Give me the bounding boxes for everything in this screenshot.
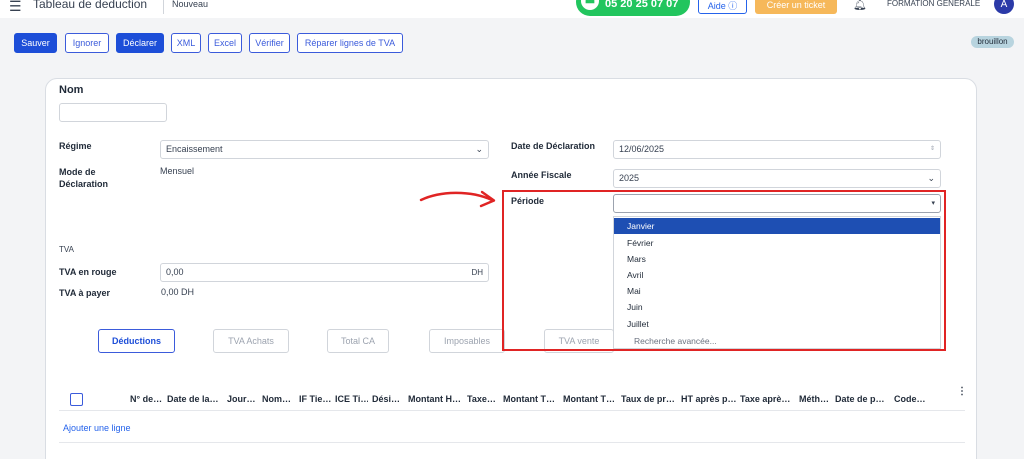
column-header[interactable]: Taxe… bbox=[467, 394, 499, 404]
title-divider bbox=[163, 0, 164, 14]
select-all-checkbox[interactable] bbox=[70, 393, 83, 406]
help-button[interactable]: Aide ⓘ bbox=[698, 0, 747, 14]
date-value: 12/06/2025 bbox=[619, 144, 665, 154]
mode-label: Mode de Déclaration bbox=[59, 167, 109, 189]
column-header[interactable]: Montant H… bbox=[408, 394, 464, 404]
breadcrumb: Nouveau bbox=[172, 0, 209, 9]
tab-deductions[interactable]: Déductions bbox=[98, 329, 175, 353]
column-header[interactable]: Taxe aprè… bbox=[740, 394, 795, 404]
column-header[interactable]: Jour… bbox=[227, 394, 257, 404]
column-header[interactable]: Dési… bbox=[372, 394, 403, 404]
add-line-link[interactable]: Ajouter une ligne bbox=[63, 423, 131, 433]
spinner-icon: ⇕ bbox=[929, 146, 935, 152]
column-header[interactable]: Méth… bbox=[799, 394, 831, 404]
bell-icon[interactable]: 🔔︎ bbox=[853, 0, 867, 11]
nom-label: Nom bbox=[59, 84, 84, 96]
column-header[interactable]: N° de… bbox=[130, 394, 164, 404]
annee-label: Année Fiscale bbox=[511, 170, 572, 180]
verify-button[interactable]: Vérifier bbox=[249, 33, 290, 53]
tva-rouge-value: 0,00 bbox=[166, 267, 184, 277]
tva-rouge-label: TVA en rouge bbox=[59, 267, 117, 277]
table-divider bbox=[59, 442, 965, 443]
repair-vat-lines-button[interactable]: Réparer lignes de TVA bbox=[297, 33, 403, 53]
date-input[interactable]: 12/06/2025 ⇕ bbox=[613, 140, 941, 159]
regime-label: Régime bbox=[59, 141, 92, 151]
chevron-down-icon: ⌄ bbox=[475, 144, 483, 154]
annotation-arrow bbox=[419, 190, 496, 208]
phone-support-button[interactable]: ☎ 05 20 25 07 07 bbox=[576, 0, 690, 16]
status-badge: brouillon bbox=[971, 36, 1014, 48]
highlight-box bbox=[502, 190, 946, 351]
date-label: Date de Déclaration bbox=[511, 141, 596, 151]
menu-icon[interactable]: ☰ bbox=[9, 0, 22, 13]
nom-input[interactable] bbox=[59, 103, 167, 122]
tab-tva-achats[interactable]: TVA Achats bbox=[213, 329, 289, 353]
company-name[interactable]: FORMATION GENERALE bbox=[887, 0, 980, 8]
phone-number: 05 20 25 07 07 bbox=[605, 0, 679, 10]
column-header[interactable]: Code… bbox=[894, 394, 934, 404]
xml-button[interactable]: XML bbox=[171, 33, 201, 53]
tva-section-label: TVA bbox=[59, 245, 74, 254]
column-header[interactable]: Taux de pr… bbox=[621, 394, 676, 404]
tva-payer-label: TVA à payer bbox=[59, 288, 111, 298]
save-button[interactable]: Sauver bbox=[14, 33, 57, 53]
page-title: Tableau de deduction bbox=[33, 0, 148, 11]
excel-button[interactable]: Excel bbox=[208, 33, 242, 53]
column-header[interactable]: Nom… bbox=[262, 394, 295, 404]
currency-suffix: DH bbox=[471, 268, 483, 277]
tva-payer-value: 0,00 DH bbox=[161, 287, 195, 297]
column-header[interactable]: IF Tie… bbox=[299, 394, 331, 404]
column-header[interactable]: Montant T… bbox=[563, 394, 618, 404]
annee-select[interactable]: 2025 ⌄ bbox=[613, 169, 941, 188]
ignore-button[interactable]: Ignorer bbox=[65, 33, 109, 53]
column-options-icon[interactable]: ⋮ bbox=[957, 386, 967, 397]
chevron-down-icon: ⌄ bbox=[927, 173, 935, 183]
mode-value: Mensuel bbox=[160, 166, 195, 176]
tab-imposables[interactable]: Imposables bbox=[429, 329, 505, 353]
column-header[interactable]: HT après p… bbox=[681, 394, 736, 404]
tab-total-ca[interactable]: Total CA bbox=[327, 329, 389, 353]
column-header[interactable]: ICE Ti… bbox=[335, 394, 368, 404]
table-header: N° de… Date de la… Jour… Nom… IF Tie… IC… bbox=[59, 386, 967, 411]
column-header[interactable]: Montant T… bbox=[503, 394, 559, 404]
top-bar: ☰ Tableau de deduction Nouveau bbox=[0, 0, 1024, 18]
column-header[interactable]: Date de la… bbox=[167, 394, 219, 404]
headset-icon: ☎ bbox=[581, 0, 599, 10]
tva-rouge-input[interactable]: 0,00 DH bbox=[160, 263, 489, 282]
regime-select[interactable]: Encaissement ⌄ bbox=[160, 140, 489, 159]
create-ticket-button[interactable]: Créer un ticket bbox=[755, 0, 837, 14]
declare-button[interactable]: Déclarer bbox=[116, 33, 164, 53]
annee-value: 2025 bbox=[619, 173, 640, 183]
column-header[interactable]: Date de p… bbox=[835, 394, 890, 404]
regime-value: Encaissement bbox=[166, 144, 223, 154]
